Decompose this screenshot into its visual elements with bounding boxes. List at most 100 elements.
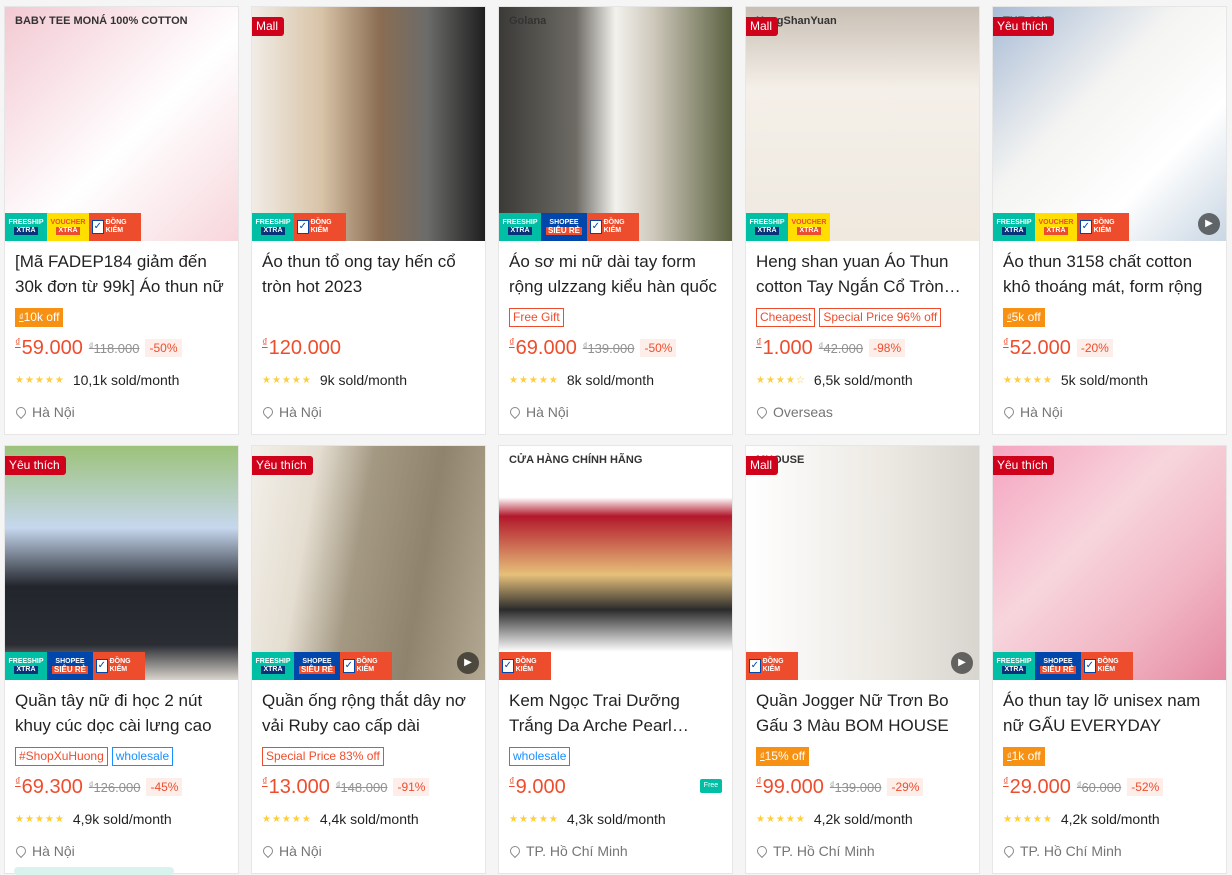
product-title[interactable]: Áo thun tay lỡ unisex nam nữ GẤU EVERYDA…	[1003, 688, 1216, 738]
promo-badges: FREESHIP XTRA VOUCHER XTRA ✓ ĐỒNG KIỂM	[5, 213, 141, 241]
product-info: Heng shan yuan Áo Thun cotton Tay Ngắn C…	[746, 241, 979, 428]
freeship-xtra-badge: FREESHIP XTRA	[5, 213, 47, 241]
star-rating-icon: ★★★★★	[1003, 813, 1053, 825]
promo-tag: Free Gift	[509, 307, 564, 327]
video-play-icon[interactable]: ▶	[457, 652, 479, 674]
product-image[interactable]: Yêu thích FREESHIP XTRA SHOPEE SIÊU RẺ ✓ ĐỒNG …	[5, 446, 238, 680]
product-image[interactable]: BABY TEE MONÁ 100% COTTON FREESHIP XTRA VOU…	[5, 7, 238, 241]
product-card[interactable]: MHOUSE Mall ✓ ĐỒNG KIỂM ▶ Quần Jogger Nữ Trơn…	[745, 445, 980, 874]
location-pin-icon	[13, 404, 29, 420]
inspection-badge: ✓ ĐỒNG KIỂM	[746, 652, 798, 680]
discount-voucher-tag: ₫10k off	[15, 307, 64, 327]
product-image[interactable]: HengShanYuan Mall FREESHIP XTRA VOUCHER XTRA	[746, 7, 979, 241]
freeship-xtra-badge: FREESHIP XTRA	[252, 652, 294, 680]
inspection-badge: ✓ ĐỒNG KIỂM	[89, 213, 141, 241]
star-rating-icon: ★★★★★	[262, 813, 312, 825]
product-title[interactable]: Áo sơ mi nữ dài tay form rộng ulzzang ki…	[509, 249, 722, 299]
location-text: Hà Nội	[279, 843, 322, 859]
currency-symbol: ₫	[1007, 311, 1012, 322]
shop-location: Hà Nội	[260, 396, 475, 428]
currency-symbol: ₫	[829, 779, 835, 790]
product-title[interactable]: Kem Ngọc Trai Dưỡng Trắng Da Arche Pearl…	[509, 688, 722, 738]
current-price: ₫69.300	[15, 775, 83, 798]
rating-row: ★★★★★ 8k sold/month	[509, 364, 722, 396]
current-price: ₫69.000	[509, 336, 577, 359]
inspection-badge: ✓ ĐỒNG KIỂM	[93, 652, 145, 680]
product-title[interactable]: Áo thun 3158 chất cotton khô thoáng mát,…	[1003, 249, 1216, 299]
product-card[interactable]: HengShanYuan Mall FREESHIP XTRA VOUCHER XTRA H…	[745, 6, 980, 435]
xtra-label: XTRA	[508, 227, 532, 235]
currency-symbol: ₫	[1003, 336, 1009, 349]
check-icon: ✓	[92, 220, 104, 234]
product-image[interactable]: THE ONEYêu thíchFREESHIPXTRAVOUCHERXTRA✓…	[993, 7, 1226, 241]
video-play-icon[interactable]: ▶	[1198, 213, 1220, 235]
freeship-label: FREESHIP	[255, 219, 291, 226]
price-row: ₫1.000 ₫42.000 -98%	[756, 332, 969, 364]
product-tags: ₫15% off	[756, 745, 969, 767]
product-photo	[5, 446, 238, 680]
product-photo	[252, 446, 485, 680]
freeship-xtra-badge: FREESHIP XTRA	[499, 213, 541, 241]
product-title[interactable]: [Mã FADEP184 giảm đến 30k đơn từ 99k] Áo…	[15, 249, 228, 299]
promo-tag: Cheapest	[756, 307, 816, 327]
product-card[interactable]: Yêu thích FREESHIP XTRA SHOPEE SIÊU RẺ ✓ ĐỒNG …	[251, 445, 486, 874]
product-info: Quần tây nữ đi học 2 nút khuy cúc dọc cà…	[5, 680, 238, 867]
product-grid: BABY TEE MONÁ 100% COTTON FREESHIP XTRA VOU…	[4, 6, 1227, 874]
product-image[interactable]: Yêu thích FREESHIP XTRA SHOPEE SIÊU RẺ ✓ ĐỒNG …	[252, 446, 485, 680]
promo-tag: Special Price 83% off	[262, 746, 384, 766]
product-image-caption: CỬA HÀNG CHÍNH HÃNG	[509, 454, 643, 466]
product-card[interactable]: Yêu thích FREESHIP XTRA SHOPEE SIÊU RẺ ✓ ĐỒNG …	[992, 445, 1227, 874]
promo-badges: ✓ ĐỒNG KIỂM	[746, 652, 798, 680]
product-tags	[262, 306, 475, 328]
product-title[interactable]: Quần Jogger Nữ Trơn Bo Gấu 3 Màu BOM HOU…	[756, 688, 969, 738]
product-image[interactable]: Mall FREESHIP XTRA ✓ ĐỒNG KIỂM	[252, 7, 485, 241]
currency-symbol: ₫	[756, 775, 762, 788]
product-card[interactable]: THE ONEYêu thíchFREESHIPXTRAVOUCHERXTRA✓…	[992, 6, 1227, 435]
product-card[interactable]: Golana FREESHIP XTRA SHOPEE SIÊU RẺ ✓ ĐỒNG KIỂ…	[498, 6, 733, 435]
product-title[interactable]: Quần tây nữ đi học 2 nút khuy cúc dọc cà…	[15, 688, 228, 738]
star-rating-icon: ★★★★☆	[756, 374, 806, 386]
product-card[interactable]: Yêu thích FREESHIP XTRA SHOPEE SIÊU RẺ ✓ ĐỒNG …	[4, 445, 239, 874]
product-info: Áo sơ mi nữ dài tay form rộng ulzzang ki…	[499, 241, 732, 428]
product-tags: ₫10k off	[15, 306, 228, 328]
voucher-xtra-badge: VOUCHER XTRA	[788, 213, 830, 241]
video-play-icon[interactable]: ▶	[951, 652, 973, 674]
shop-location: Hà Nội	[13, 835, 228, 867]
discount-percent: -20%	[1076, 339, 1113, 357]
voucher-label: VOUCHER	[791, 219, 827, 226]
product-image[interactable]: MHOUSE Mall ✓ ĐỒNG KIỂM ▶	[746, 446, 979, 680]
xtra-label: XTRA	[1002, 227, 1026, 235]
location-pin-icon	[507, 404, 523, 420]
freeship-xtra-badge: FREESHIP XTRA	[5, 652, 47, 680]
label-mall-badge: Mall	[252, 17, 285, 36]
sold-count: 4,2k sold/month	[813, 811, 913, 827]
currency-symbol: ₫	[15, 775, 21, 788]
label-mall-badge: Mall	[746, 17, 779, 36]
product-title[interactable]: Áo thun tổ ong tay hến cổ tròn hot 2023	[262, 249, 475, 299]
product-photo	[993, 446, 1226, 680]
sold-count: 4,4k sold/month	[319, 811, 419, 827]
original-price: ₫60.000	[1076, 779, 1122, 795]
currency-symbol: ₫	[88, 779, 94, 790]
product-image[interactable]: Yêu thích FREESHIP XTRA SHOPEE SIÊU RẺ ✓ ĐỒNG …	[993, 446, 1226, 680]
freeship-label: FREESHIP	[255, 658, 291, 665]
xtra-label: XTRA	[14, 227, 38, 235]
original-price: ₫118.000	[88, 340, 140, 356]
freeship-label: FREESHIP	[8, 219, 44, 226]
promo-badges: FREESHIP XTRA SHOPEE SIÊU RẺ ✓ ĐỒNG KIỂM	[499, 213, 639, 241]
freeship-label: FREESHIP	[502, 219, 538, 226]
currency-symbol: ₫	[15, 336, 21, 349]
shop-location: TP. Hồ Chí Minh	[1001, 835, 1216, 867]
product-title[interactable]: Quần ống rộng thắt dây nơ vải Ruby cao c…	[262, 688, 475, 738]
product-card[interactable]: CỬA HÀNG CHÍNH HÃNG ✓ ĐỒNG KIỂM Kem Ngọc Tr…	[498, 445, 733, 874]
location-text: Hà Nội	[32, 404, 75, 420]
product-card[interactable]: BABY TEE MONÁ 100% COTTON FREESHIP XTRA VOU…	[4, 6, 239, 435]
original-price: ₫139.000	[582, 340, 635, 356]
product-image[interactable]: CỬA HÀNG CHÍNH HÃNG ✓ ĐỒNG KIỂM	[499, 446, 732, 680]
inspection-badge: ✓ ĐỒNG KIỂM	[340, 652, 392, 680]
product-image[interactable]: Golana FREESHIP XTRA SHOPEE SIÊU RẺ ✓ ĐỒNG KIỂ…	[499, 7, 732, 241]
product-card[interactable]: Mall FREESHIP XTRA ✓ ĐỒNG KIỂM Áo thun tổ ong…	[251, 6, 486, 435]
product-title[interactable]: Heng shan yuan Áo Thun cotton Tay Ngắn C…	[756, 249, 969, 299]
free-shipping-truck-icon: Free	[700, 779, 722, 793]
rating-row: ★★★★☆ 6,5k sold/month	[756, 364, 969, 396]
